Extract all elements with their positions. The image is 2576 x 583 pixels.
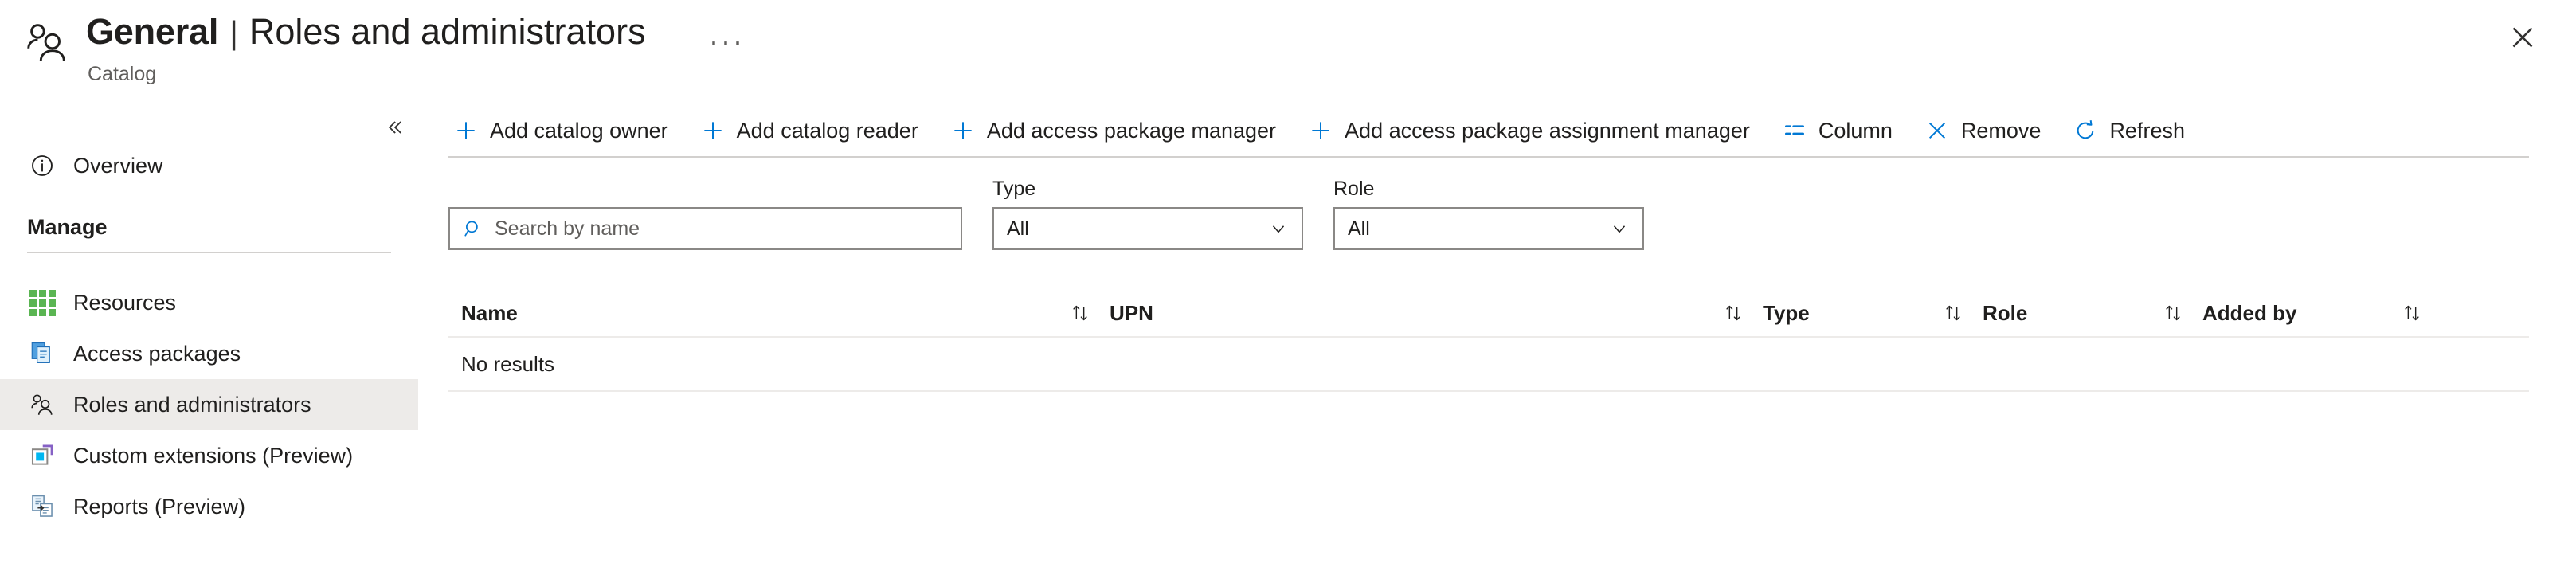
sort-updown-icon[interactable] xyxy=(2159,301,2186,325)
sidebar-item-roles-and-administrators[interactable]: Roles and administrators xyxy=(0,379,418,430)
column-header-label: Role xyxy=(1983,300,2027,326)
roles-table: Name UPN xyxy=(448,290,2529,392)
sidebar-item-label: Roles and administrators xyxy=(73,391,311,418)
type-dropdown[interactable]: All xyxy=(992,207,1303,250)
column-header-role[interactable]: Role xyxy=(1975,290,2194,336)
extension-square-icon xyxy=(27,440,57,471)
double-chevron-left-icon[interactable] xyxy=(376,112,413,143)
sidebar-item-label: Overview xyxy=(73,152,163,179)
add-catalog-reader-button[interactable]: Add catalog reader xyxy=(695,108,922,153)
toolbar-button-label: Add catalog reader xyxy=(737,117,918,144)
table-header-row: Name UPN xyxy=(448,290,2529,336)
page-title-separator: | xyxy=(229,10,238,55)
close-icon[interactable] xyxy=(2504,19,2541,56)
plus-icon xyxy=(1306,116,1335,145)
toolbar-button-label: Column xyxy=(1818,117,1893,144)
grid-icon xyxy=(27,288,57,318)
column-header-type[interactable]: Type xyxy=(1755,290,1975,336)
plus-icon xyxy=(452,116,480,145)
search-icon xyxy=(461,217,485,241)
toolbar-button-label: Add access package assignment manager xyxy=(1345,117,1750,144)
remove-button[interactable]: Remove xyxy=(1920,108,2045,153)
add-access-package-manager-button[interactable]: Add access package manager xyxy=(945,108,1279,153)
column-button[interactable]: Column xyxy=(1777,108,1896,153)
column-header-upn[interactable]: UPN xyxy=(1102,290,1755,336)
search-input[interactable] xyxy=(495,209,949,248)
sidebar-item-overview[interactable]: Overview xyxy=(0,140,418,191)
sidebar-item-reports[interactable]: Reports (Preview) xyxy=(0,481,418,532)
toolbar-button-label: Remove xyxy=(1961,117,2042,144)
add-access-package-assignment-manager-button[interactable]: Add access package assignment manager xyxy=(1303,108,1753,153)
people-icon xyxy=(27,389,57,420)
sidebar-divider xyxy=(27,252,391,253)
more-options-button[interactable]: ··· xyxy=(701,22,753,61)
toolbar-button-label: Add access package manager xyxy=(987,117,1276,144)
toolbar-divider xyxy=(448,156,2529,158)
sort-updown-icon[interactable] xyxy=(2398,301,2425,325)
refresh-icon xyxy=(2071,116,2100,145)
column-header-added-by[interactable]: Added by xyxy=(2194,290,2433,336)
blade-header: General | Roles and administrators ··· C… xyxy=(0,0,2576,88)
page-title-main: General xyxy=(86,10,218,54)
sidebar-section-label: Manage xyxy=(0,213,418,241)
sidebar-section-manage: Manage xyxy=(0,213,418,261)
sort-updown-icon[interactable] xyxy=(1720,301,1747,325)
role-filter: Role All xyxy=(1333,177,1644,250)
column-icon xyxy=(1780,116,1809,145)
roles-and-administrators-blade: General | Roles and administrators ··· C… xyxy=(0,0,2576,583)
sidebar-item-label: Reports (Preview) xyxy=(73,493,245,520)
column-header-label: Added by xyxy=(2202,300,2296,326)
toolbar-button-label: Refresh xyxy=(2109,117,2185,144)
sidebar-item-custom-extensions[interactable]: Custom extensions (Preview) xyxy=(0,430,418,481)
column-header-label: Type xyxy=(1763,300,1810,326)
column-header-name[interactable]: Name xyxy=(448,290,1102,336)
empty-message: No results xyxy=(461,351,554,377)
chevron-down-icon xyxy=(1268,218,1289,239)
type-dropdown-value: All xyxy=(1007,217,1029,241)
role-dropdown[interactable]: All xyxy=(1333,207,1644,250)
type-filter-label: Type xyxy=(992,177,1303,201)
table-bottom-divider xyxy=(448,390,2529,392)
role-dropdown-value: All xyxy=(1348,217,1370,241)
page-title: General | Roles and administrators xyxy=(86,10,646,55)
sidebar: Overview Manage Resources xyxy=(0,94,418,583)
table-empty-row: No results xyxy=(448,338,2529,390)
column-header-label: UPN xyxy=(1110,300,1153,326)
add-catalog-owner-button[interactable]: Add catalog owner xyxy=(448,108,671,153)
filter-bar: Type All Role All xyxy=(448,177,1674,250)
report-export-icon xyxy=(27,491,57,522)
info-circle-icon xyxy=(27,151,57,181)
sidebar-item-label: Access packages xyxy=(73,340,241,367)
search-filter xyxy=(448,207,962,250)
main-content: Add catalog owner Add catalog reader Add… xyxy=(448,94,2576,583)
sidebar-item-resources[interactable]: Resources xyxy=(0,277,418,328)
sidebar-item-label: Resources xyxy=(73,289,176,316)
type-filter: Type All xyxy=(992,177,1303,250)
plus-icon xyxy=(699,116,727,145)
search-input-wrapper[interactable] xyxy=(448,207,962,250)
sidebar-item-label: Custom extensions (Preview) xyxy=(73,442,353,469)
page-title-sub: Roles and administrators xyxy=(249,10,646,54)
sort-updown-icon[interactable] xyxy=(1940,301,1967,325)
sidebar-item-access-packages[interactable]: Access packages xyxy=(0,328,418,379)
sort-updown-icon[interactable] xyxy=(1067,301,1094,325)
people-icon xyxy=(22,18,72,67)
plus-icon xyxy=(949,116,977,145)
command-toolbar: Add catalog owner Add catalog reader Add… xyxy=(448,108,2212,153)
role-filter-label: Role xyxy=(1333,177,1644,201)
blade-subtitle: Catalog xyxy=(88,62,156,86)
x-icon xyxy=(1923,116,1952,145)
refresh-button[interactable]: Refresh xyxy=(2068,108,2188,153)
toolbar-button-label: Add catalog owner xyxy=(490,117,668,144)
column-header-label: Name xyxy=(461,300,518,326)
chevron-down-icon xyxy=(1609,218,1630,239)
package-documents-icon xyxy=(27,338,57,369)
